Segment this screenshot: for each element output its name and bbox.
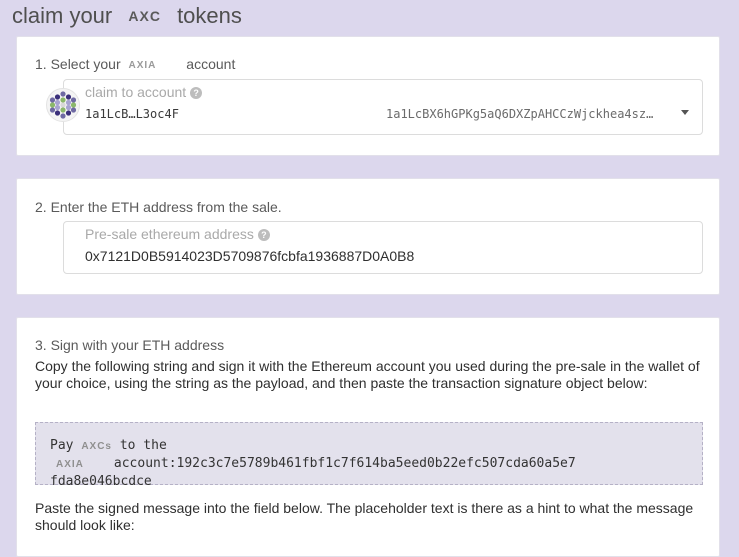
payload-account-cont: fda8e046bcdce xyxy=(50,474,152,489)
account-short: 1a1LcB…L3oc4F xyxy=(85,107,179,121)
eth-address-card: 2. Enter the ETH address from the sale. … xyxy=(16,178,720,295)
payload-account: account:192c3c7e5789b461fbf1c7f614ba5eed… xyxy=(113,456,576,471)
caret-down-icon[interactable] xyxy=(681,110,689,115)
payload-chain: AXIA xyxy=(56,459,84,470)
payload-token: AXCs xyxy=(81,441,112,452)
eth-address-input[interactable]: Pre-sale ethereum address? 0x7121D0B5914… xyxy=(63,221,703,274)
account-select[interactable]: claim to account? 1a1LcB…L3oc4F 1a1LcBX6… xyxy=(63,79,703,135)
chain-name: AXIA xyxy=(128,60,157,71)
paste-hint: Paste the signed message into the field … xyxy=(35,500,694,533)
help-icon[interactable]: ? xyxy=(190,87,203,99)
eth-field-label-text: Pre-sale ethereum address xyxy=(85,226,254,242)
step2-label: 2. Enter the ETH address from the sale. xyxy=(35,199,282,215)
payload-to-the: to the xyxy=(119,438,167,453)
account-address: 1a1LcBX6hGPKg5aQ6DXZpAHCCzWjckhea4sz… xyxy=(386,107,654,121)
select-account-card: 1. Select your AXIA account claim to acc… xyxy=(16,36,720,156)
step1-label-suffix: account xyxy=(186,56,236,72)
sign-payload[interactable]: Pay AXCs to the AXIA account:192c3c7e5789… xyxy=(35,422,703,489)
page-title: claim your AXC tokens xyxy=(12,3,242,29)
step3-label: 3. Sign with your ETH address xyxy=(35,337,225,353)
eth-field-label: Pre-sale ethereum address? xyxy=(85,226,270,242)
payload-pay: Pay xyxy=(50,438,74,453)
step1-label: 1. Select your AXIA account xyxy=(35,56,235,72)
step1-label-prefix: 1. Select your xyxy=(35,56,121,72)
account-field-label-text: claim to account xyxy=(85,84,187,100)
account-field-label: claim to account? xyxy=(85,84,203,100)
sign-instructions: Copy the following string and sign it wi… xyxy=(35,358,700,391)
identicon-svg xyxy=(49,91,77,119)
sign-card: 3. Sign with your ETH address Copy the f… xyxy=(16,317,720,557)
polkadot-identicon-icon xyxy=(46,88,80,122)
title-suffix: tokens xyxy=(177,3,242,28)
token-symbol: AXC xyxy=(128,8,161,24)
eth-address-value: 0x7121D0B5914023D5709876fcbfa1936887D0A0… xyxy=(85,248,415,264)
help-icon[interactable]: ? xyxy=(257,229,270,241)
title-prefix: claim your xyxy=(12,3,113,28)
